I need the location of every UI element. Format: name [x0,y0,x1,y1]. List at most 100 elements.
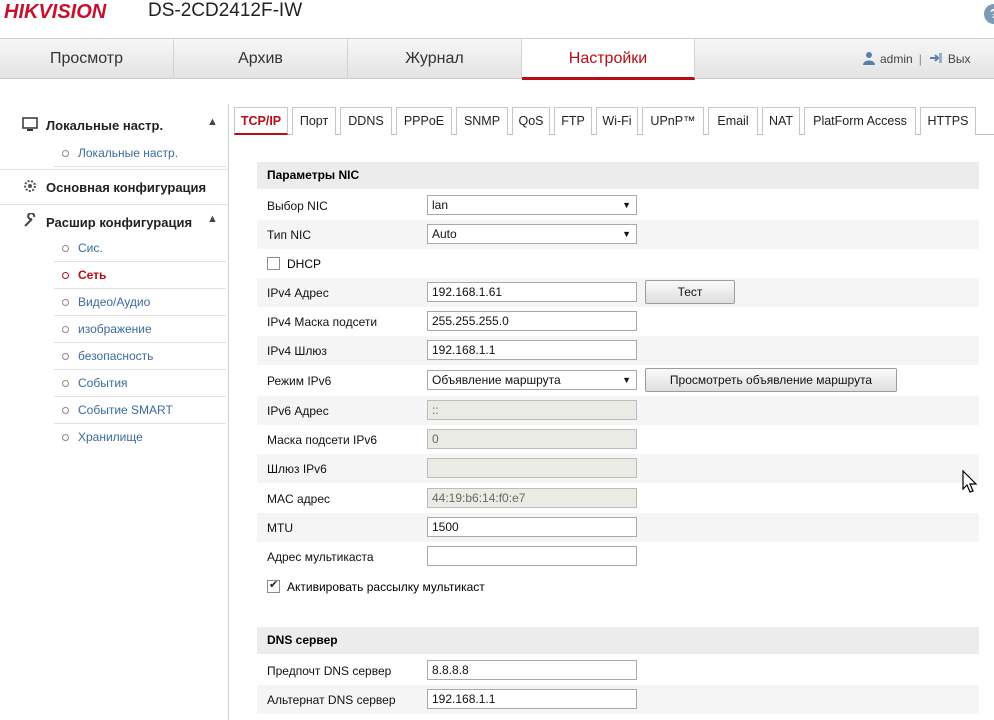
nic-type-label: Тип NIC [267,228,312,242]
bullet-icon [62,407,69,414]
ipv4-mask-label: IPv4 Маска подсети [267,315,378,329]
user-area: admin | Вых [862,51,970,66]
sidebar-group-basic[interactable]: Основная конфигурация [0,169,229,201]
nic-type-dropdown[interactable]: Auto ▼ [427,224,637,244]
sidebar-item-image[interactable]: изображение [54,316,226,343]
row-nic-type: Тип NIC Auto ▼ [257,220,979,249]
tab-email[interactable]: Email [708,107,758,135]
bullet-icon [62,245,69,252]
dns-section-title: DNS сервер [257,627,979,654]
sidebar-item-label: изображение [78,322,152,336]
sidebar-item-label: безопасность [78,349,154,363]
sidebar-item-events[interactable]: События [54,370,226,397]
tab-qos[interactable]: QoS [512,107,550,135]
sidebar-item-label: Сеть [78,268,107,282]
row-ipv6-address: IPv6 Адрес :: [257,396,979,425]
row-multicast-enable: Активировать рассылку мультикаст [257,572,979,601]
ipv4-gateway-input[interactable]: 192.168.1.1 [427,340,637,360]
nav-tab-log[interactable]: Журнал [348,39,522,79]
bullet-icon [62,326,69,333]
sidebar-item-security[interactable]: безопасность [54,343,226,370]
logout-icon[interactable] [928,51,944,65]
row-ipv4-gateway: IPv4 Шлюз 192.168.1.1 [257,336,979,365]
sidebar-group-local[interactable]: Локальные настр. ▲ [0,108,229,140]
mac-address-label: MAC адрес [267,492,331,506]
header: HIKVISION DS-2CD2412F-IW ? [0,0,994,38]
tab-pppoe[interactable]: PPPoE [396,107,452,135]
row-ipv4-mask: IPv4 Маска подсети 255.255.255.0 [257,307,979,336]
row-mac-address: MAC адрес 44:19:b6:14:f0:e7 [257,484,979,513]
test-button[interactable]: Тест [645,280,735,304]
sidebar-item-label: Видео/Аудио [78,295,151,309]
sidebar-item-local-settings[interactable]: Локальные настр. [54,140,226,167]
ipv6-address-input: :: [427,400,637,420]
preferred-dns-label: Предпочт DNS сервер [267,664,392,678]
sidebar-item-storage[interactable]: Хранилище [54,424,226,451]
tab-tcpip[interactable]: TCP/IP [234,107,288,135]
nav-tab-live-view[interactable]: Просмотр [0,39,174,79]
tab-platform-access[interactable]: PlatForm Access [804,107,916,135]
sidebar-item-smart-event[interactable]: Событие SMART [54,397,226,424]
user-icon [863,52,875,65]
sidebar-item-label: Хранилище [78,430,143,444]
ipv4-gateway-label: IPv4 Шлюз [267,344,327,358]
ipv6-mode-dropdown[interactable]: Объявление маршрута ▼ [427,370,637,390]
sidebar-item-label: Сис. [78,241,103,255]
ipv6-mask-input: 0 [427,429,637,449]
dropdown-arrow-icon: ▼ [622,375,631,385]
brand-logo: HIKVISION [4,1,107,23]
row-ipv6-mask: Маска подсети IPv6 0 [257,425,979,454]
row-ipv6-mode: Режим IPv6 Объявление маршрута ▼ Просмотр… [257,366,979,395]
sidebar: Локальные настр. ▲ Локальные настр. Осно… [0,104,229,720]
row-mtu: MTU 1500 [257,513,979,542]
ipv6-mode-label: Режим IPv6 [267,374,332,388]
row-dhcp: DHCP [257,249,979,278]
sidebar-group-advanced[interactable]: Расшир конфигурация ▲ [0,204,229,236]
nav-tab-configuration[interactable]: Настройки [522,39,695,80]
sidebar-item-label: События [78,376,128,390]
tab-snmp[interactable]: SNMP [456,107,508,135]
network-subtabs: TCP/IP Порт DDNS PPPoE SNMP QoS FTP Wi-F… [234,106,994,135]
ipv4-mask-input[interactable]: 255.255.255.0 [427,311,637,331]
help-icon[interactable]: ? [984,4,994,24]
row-ipv4-address: IPv4 Адрес 192.168.1.61 Тест [257,278,979,307]
chevron-up-icon[interactable]: ▲ [207,116,218,128]
nav-tab-playback[interactable]: Архив [174,39,348,79]
monitor-icon [22,117,38,131]
bullet-icon [62,353,69,360]
multicast-enable-checkbox[interactable] [267,578,280,593]
gear-icon [24,180,36,192]
tab-ddns[interactable]: DDNS [340,107,392,135]
preferred-dns-input[interactable]: 8.8.8.8 [427,660,637,680]
bullet-icon [62,380,69,387]
tab-https[interactable]: HTTPS [920,107,976,135]
multicast-address-input[interactable] [427,546,637,566]
nic-select-dropdown[interactable]: lan ▼ [427,195,637,215]
tab-nat[interactable]: NAT [762,107,800,135]
alternate-dns-input[interactable]: 192.168.1.1 [427,689,637,709]
sidebar-group-advanced-label: Расшир конфигурация [46,215,193,230]
tab-port[interactable]: Порт [292,107,336,135]
dhcp-checkbox[interactable] [267,257,280,270]
multicast-address-label: Адрес мультикаста [267,550,374,564]
sidebar-item-video-audio[interactable]: Видео/Аудио [54,289,226,316]
ipv6-gateway-label: Шлюз IPv6 [267,462,327,476]
ipv6-mask-label: Маска подсети IPv6 [267,433,378,447]
sidebar-item-label: Локальные настр. [78,146,179,160]
view-route-advertisement-button[interactable]: Просмотреть объявление маршрута [645,368,897,392]
mac-address-input: 44:19:b6:14:f0:e7 [427,488,637,508]
tab-upnp[interactable]: UPnP™ [642,107,704,135]
user-separator: | [918,52,922,66]
tab-wifi[interactable]: Wi-Fi [596,107,638,135]
sidebar-item-system[interactable]: Сис. [54,235,226,262]
sidebar-item-network[interactable]: Сеть [54,262,226,289]
row-nic-select: Выбор NIC lan ▼ [257,191,979,220]
chevron-up-icon[interactable]: ▲ [207,213,218,225]
mtu-input[interactable]: 1500 [427,517,637,537]
tab-ftp[interactable]: FTP [554,107,592,135]
row-multicast-address: Адрес мультикаста [257,542,979,571]
ipv4-address-input[interactable]: 192.168.1.61 [427,282,637,302]
device-model: DS-2CD2412F-IW [148,0,303,21]
logout-link[interactable]: Вых [948,52,971,66]
mouse-cursor-icon [962,470,978,493]
